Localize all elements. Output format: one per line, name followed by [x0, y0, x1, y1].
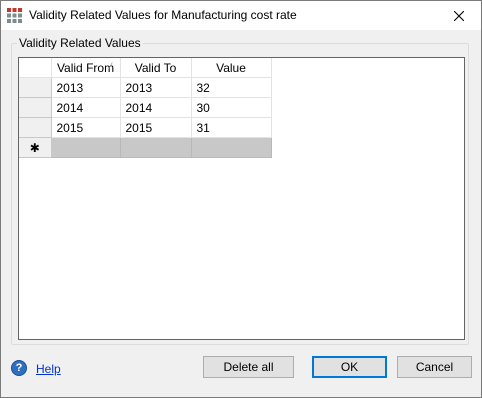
cell-valid-from[interactable]: 2014 [51, 97, 121, 118]
ok-button[interactable]: OK [312, 356, 387, 378]
row-header[interactable] [19, 117, 52, 138]
new-cell-valid-to[interactable] [120, 137, 192, 158]
cell-valid-to[interactable]: 2013 [120, 77, 192, 98]
cell-valid-from[interactable]: 2013 [51, 77, 121, 98]
row-header[interactable] [19, 97, 52, 118]
title-bar: Validity Related Values for Manufacturin… [1, 1, 481, 30]
cancel-button[interactable]: Cancel [397, 356, 472, 378]
group-label: Validity Related Values [17, 36, 143, 50]
cell-value[interactable]: 32 [191, 77, 272, 98]
new-row-marker-icon[interactable]: ✱ [19, 137, 52, 158]
column-header-valid-to[interactable]: Valid To [120, 58, 192, 78]
sort-indicator-icon: ⁄ [109, 61, 112, 71]
close-icon [454, 10, 464, 21]
cell-value[interactable]: 30 [191, 97, 272, 118]
grid-corner-cell [19, 58, 52, 78]
column-header-valid-from[interactable]: Valid From ⁄ [51, 58, 121, 78]
delete-all-button[interactable]: Delete all [203, 356, 294, 378]
table-row[interactable]: 2014 2014 30 [19, 97, 272, 118]
validity-grid[interactable]: Valid From ⁄ Valid To Value 2013 2013 32 … [18, 57, 465, 340]
table-row[interactable]: 2015 2015 31 [19, 117, 272, 138]
cell-valid-to[interactable]: 2014 [120, 97, 192, 118]
help-icon[interactable]: ? [11, 360, 27, 376]
cell-valid-from[interactable]: 2015 [51, 117, 121, 138]
window-title: Validity Related Values for Manufacturin… [29, 8, 297, 22]
column-header-value[interactable]: Value [191, 58, 272, 78]
app-grid-icon [7, 8, 22, 23]
grid-table: Valid From ⁄ Valid To Value 2013 2013 32 … [19, 58, 272, 158]
dialog-window: Validity Related Values for Manufacturin… [0, 0, 482, 398]
grid-header-row: Valid From ⁄ Valid To Value [19, 58, 272, 78]
cell-valid-to[interactable]: 2015 [120, 117, 192, 138]
row-header[interactable] [19, 77, 52, 98]
new-row[interactable]: ✱ [19, 137, 272, 158]
help-link[interactable]: Help [36, 362, 61, 376]
new-cell-valid-from[interactable] [51, 137, 121, 158]
close-button[interactable] [437, 1, 481, 30]
new-cell-value[interactable] [191, 137, 272, 158]
cell-value[interactable]: 31 [191, 117, 272, 138]
table-row[interactable]: 2013 2013 32 [19, 77, 272, 98]
